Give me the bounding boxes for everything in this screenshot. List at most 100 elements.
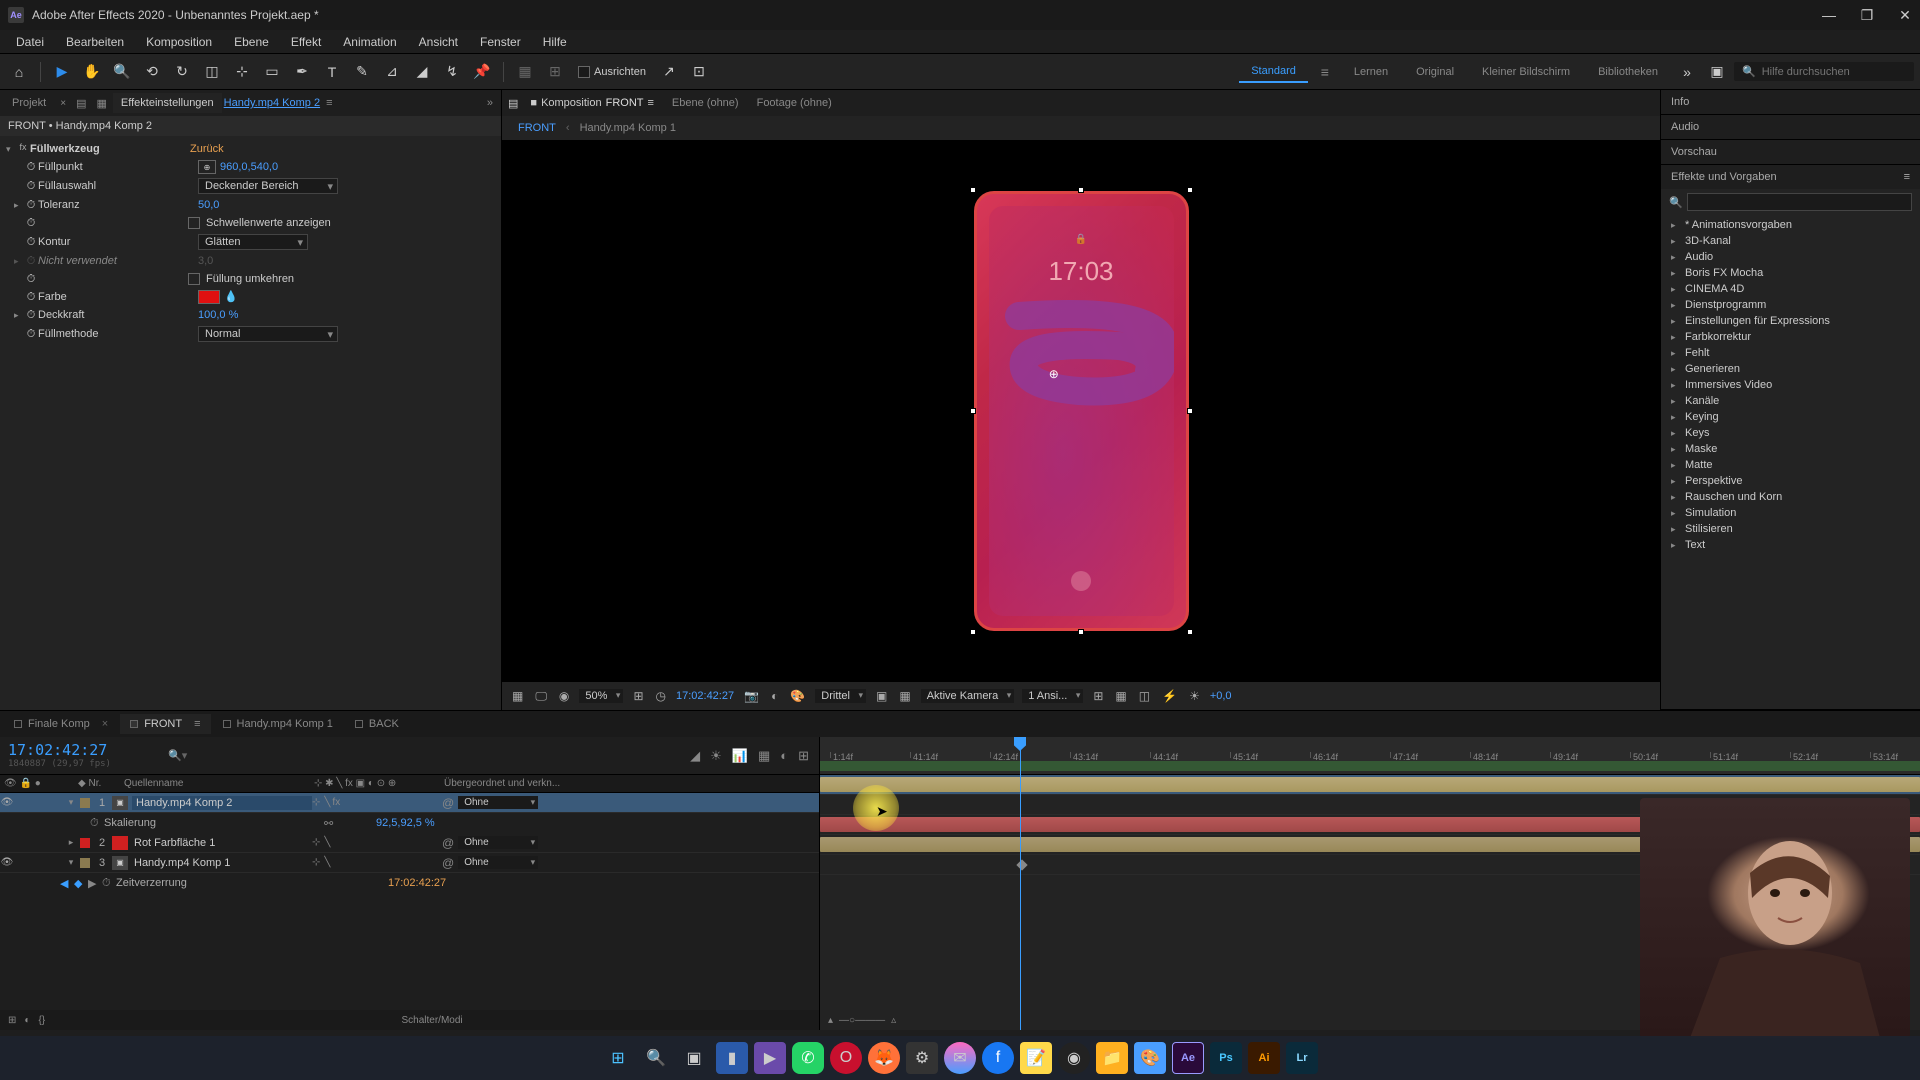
tl-graph-icon[interactable]: 📊 (732, 748, 748, 764)
stopwatch-skalierung[interactable]: ⏱ (90, 817, 104, 830)
vf-mask-icon[interactable]: ◉ (557, 689, 571, 703)
align-checkbox[interactable] (578, 66, 590, 78)
menu-bearbeiten[interactable]: Bearbeiten (56, 32, 134, 52)
vf-exposure-icon[interactable]: ☀ (1187, 689, 1202, 703)
sel-handle-mr[interactable] (1187, 408, 1193, 414)
taskbar-obs[interactable]: ◉ (1058, 1042, 1090, 1074)
parent-select-2[interactable]: Ohne (458, 836, 538, 849)
maximize-button[interactable]: ❐ (1860, 8, 1874, 22)
taskbar-whatsapp[interactable]: ✆ (792, 1042, 824, 1074)
time-ruler[interactable]: 1:14f41:14f42:14f43:14f44:14f45:14f46:14… (820, 737, 1920, 775)
sel-handle-bc[interactable] (1078, 629, 1084, 635)
stopwatch-fuellmethode[interactable]: ⏱ (24, 327, 38, 341)
menu-fenster[interactable]: Fenster (470, 32, 531, 52)
taskbar-facebook[interactable]: f (982, 1042, 1014, 1074)
stopwatch-schwellen[interactable]: ⏱ (24, 216, 38, 230)
layer-row-1[interactable]: 👁 ▾ 1 ▣ Handy.mp4 Komp 2 ⊹╲fx @Ohne (0, 793, 819, 813)
effect-category[interactable]: Text (1661, 537, 1920, 553)
effect-category[interactable]: Boris FX Mocha (1661, 265, 1920, 281)
anchor-point-icon[interactable]: ⊕ (1049, 367, 1059, 381)
zoom-select[interactable]: 50% (579, 689, 623, 703)
breadcrumb-front[interactable]: FRONT (518, 122, 556, 134)
layer-visibility-1[interactable]: 👁 (0, 797, 14, 808)
layer-3-zeitverzerrung[interactable]: ◀ ◆ ▶ ⏱ Zeitverzerrung 17:02:42:27 (0, 873, 819, 893)
stopwatch-deckkraft[interactable]: ⏱ (24, 308, 38, 322)
help-search-input[interactable] (1762, 66, 1906, 78)
dropdown-fuellauswahl[interactable]: Deckender Bereich (198, 178, 338, 194)
stopwatch-toleranz[interactable]: ⏱ (24, 198, 38, 212)
snapping-icon[interactable]: ↗ (656, 59, 682, 85)
layer-visibility-3[interactable]: 👁 (0, 857, 14, 868)
taskbar-taskview[interactable]: ▣ (678, 1042, 710, 1074)
vf-color-icon[interactable]: 🎨 (788, 689, 807, 703)
effect-category[interactable]: Dienstprogramm (1661, 297, 1920, 313)
vf-grid-icon[interactable]: ⊞ (1091, 689, 1105, 703)
vf-snapshot-icon[interactable]: 📷 (742, 689, 761, 703)
sel-handle-tr[interactable] (1187, 187, 1193, 193)
snap-icon[interactable]: ▦ (512, 59, 538, 85)
keyframe-zeit[interactable] (1016, 859, 1027, 870)
layer-color-1[interactable] (80, 798, 90, 808)
comp-tab-ebene[interactable]: Ebene (ohne) (666, 93, 745, 113)
dropdown-fuellmethode[interactable]: Normal (198, 326, 338, 342)
parent-select-1[interactable]: Ohne (458, 796, 538, 809)
layer-color-3[interactable] (80, 858, 90, 868)
stopwatch-kontur[interactable]: ⏱ (24, 235, 38, 249)
taskbar-messenger[interactable]: ✉ (944, 1042, 976, 1074)
effect-category[interactable]: Kanäle (1661, 393, 1920, 409)
menu-datei[interactable]: Datei (6, 32, 54, 52)
checkbox-umkehren[interactable] (188, 273, 200, 285)
menu-animation[interactable]: Animation (333, 32, 406, 52)
layer-row-2[interactable]: ▸ 2 Rot Farbfläche 1 ⊹╲ @Ohne (0, 833, 819, 853)
tl-toggle-3[interactable]: {} (38, 1015, 45, 1026)
stopwatch-fuellauswahl[interactable]: ⏱ (24, 179, 38, 193)
effect-category[interactable]: Maske (1661, 441, 1920, 457)
taskbar-ai[interactable]: Ai (1248, 1042, 1280, 1074)
menu-ebene[interactable]: Ebene (224, 32, 279, 52)
tl-shy-icon[interactable]: ◢ (690, 748, 700, 764)
effect-category[interactable]: * Animationsvorgaben (1661, 217, 1920, 233)
val-fuellpunkt[interactable]: 960,0,540,0 (220, 161, 278, 173)
tab-projekt-close[interactable]: × (56, 98, 70, 109)
tl-footer-label[interactable]: Schalter/Modi (402, 1015, 463, 1026)
tl-motion-blur-icon[interactable]: ◐ (780, 748, 788, 763)
comp-flow-icon[interactable]: ▤ (508, 97, 518, 110)
point-picker-icon[interactable]: ⊕ (198, 160, 216, 174)
tl-sun-icon[interactable]: ☀ (710, 748, 722, 764)
effect-category[interactable]: CINEMA 4D (1661, 281, 1920, 297)
zoom-tool[interactable]: 🔍 (109, 59, 135, 85)
parent-select-3[interactable]: Ohne (458, 856, 538, 869)
val-deckkraft[interactable]: 100,0 % (198, 309, 238, 321)
layer-twirl-3[interactable]: ▾ (64, 857, 78, 868)
views-select[interactable]: 1 Ansi... (1022, 689, 1083, 703)
twirl-deckkraft[interactable]: ▸ (14, 310, 24, 321)
color-swatch[interactable] (198, 290, 220, 304)
tab-target[interactable]: Handy.mp4 Komp 2 (224, 97, 320, 109)
stopwatch-umkehren[interactable]: ⏱ (24, 272, 38, 286)
orbit-tool[interactable]: ⟲ (139, 59, 165, 85)
keyframe-nav-add[interactable]: ◆ (74, 877, 88, 890)
menu-komposition[interactable]: Komposition (136, 32, 222, 52)
taskbar-app1[interactable]: ⚙ (906, 1042, 938, 1074)
sel-handle-ml[interactable] (970, 408, 976, 414)
layer-twirl-1[interactable]: ▾ (64, 797, 78, 808)
taskbar-folder[interactable]: 📁 (1096, 1042, 1128, 1074)
effect-category[interactable]: Generieren (1661, 361, 1920, 377)
effect-twirl[interactable]: ▾ (6, 144, 16, 155)
taskbar-search[interactable]: 🔍 (640, 1042, 672, 1074)
effect-category[interactable]: Keying (1661, 409, 1920, 425)
sw-shy-3[interactable]: ⊹ (312, 857, 320, 868)
timeline-timecode[interactable]: 17:02:42:27 (8, 741, 152, 759)
parent-pick-2[interactable]: @ (442, 836, 454, 850)
layer-twirl-2[interactable]: ▸ (64, 837, 78, 848)
parent-pick-1[interactable]: @ (442, 796, 454, 810)
selection-tool[interactable]: ▶ (49, 59, 75, 85)
help-search[interactable]: 🔍 (1734, 62, 1914, 81)
sw-shy-2[interactable]: ⊹ (312, 837, 320, 848)
roto-tool[interactable]: ↯ (439, 59, 465, 85)
panel-vorschau[interactable]: Vorschau (1661, 140, 1920, 164)
panel-overflow[interactable]: » (483, 97, 497, 109)
taskbar-ps[interactable]: Ps (1210, 1042, 1242, 1074)
clip-layer-1[interactable] (820, 777, 1920, 792)
workspace-bibliotheken[interactable]: Bibliotheken (1586, 62, 1670, 82)
